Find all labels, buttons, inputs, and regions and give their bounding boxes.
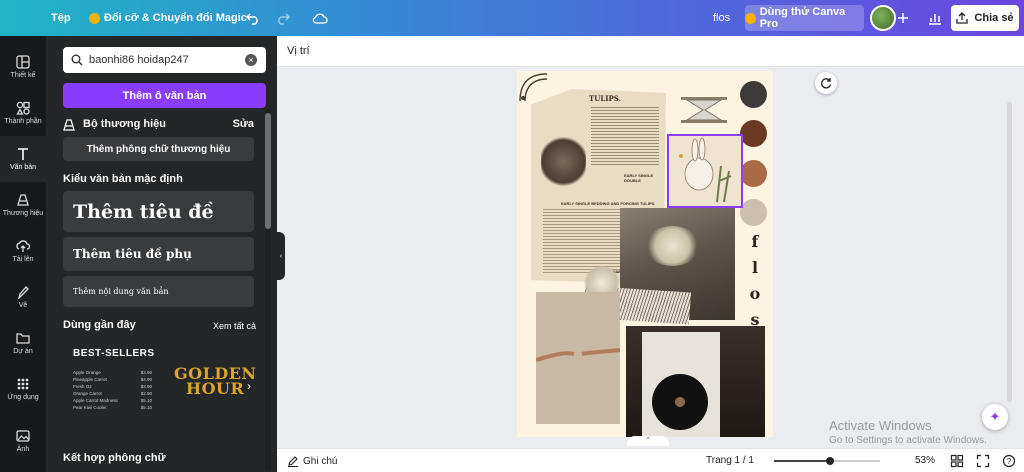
design-canvas[interactable]: TULIPS. EARLY SINGLE DOUBLE EARLY SINGLE… <box>517 71 773 437</box>
svg-text:?: ? <box>1007 457 1012 466</box>
collapse-panel-button[interactable]: ‹ <box>277 232 285 280</box>
magic-assistant-icon[interactable]: ✦ <box>982 404 1008 430</box>
rabbit-illustration[interactable] <box>667 134 743 208</box>
color-swatch-1[interactable] <box>740 81 767 108</box>
add-subheading-button[interactable]: Thêm tiêu đề phụ <box>63 237 254 271</box>
search-icon <box>71 54 83 66</box>
hourglass-image[interactable] <box>679 93 729 127</box>
share-button[interactable]: Chia sẻ <box>951 5 1019 31</box>
refresh-icon <box>821 78 832 89</box>
upload-icon <box>16 240 30 252</box>
brand-kit-icon <box>63 118 75 131</box>
share-icon <box>956 12 969 24</box>
add-body-text-button[interactable]: Thêm nội dung văn bản <box>63 276 254 307</box>
grid-view-icon[interactable] <box>950 454 964 468</box>
folder-icon <box>16 333 30 344</box>
recently-used-heading: Dùng gần đây <box>63 319 136 331</box>
insights-icon[interactable] <box>926 9 944 27</box>
document-title[interactable]: flos <box>713 0 730 36</box>
crown-icon <box>89 12 100 24</box>
try-pro-button[interactable]: Dùng thử Canva Pro <box>745 5 864 31</box>
bestsellers-font-template[interactable]: BEST-SELLERS Apple Orange $3.90 Pineapple… <box>63 342 158 428</box>
text-icon <box>18 148 28 160</box>
workspace-scrollbar[interactable] <box>1007 102 1012 402</box>
tulip-illustration <box>541 134 586 189</box>
page-indicator[interactable]: Trang 1 / 1 <box>706 455 754 466</box>
zoom-level[interactable]: 53% <box>915 455 935 466</box>
list-item: Apple Carrot Madness $5.10 <box>73 398 152 403</box>
default-styles-heading: Kiểu văn bản mặc định <box>63 173 183 185</box>
undo-icon[interactable] <box>244 9 262 27</box>
list-item: Apple Orange $3.90 <box>73 370 152 375</box>
rail-item-projects[interactable]: Dự án <box>0 320 46 366</box>
list-item: Pear Kiwi Cooler $5.10 <box>73 405 152 410</box>
redo-icon[interactable] <box>274 9 292 27</box>
left-rail: Thiết kế Thành phần Văn bản Thương hiệu … <box>0 36 46 472</box>
font-combos-heading: Kết hợp phông chữ <box>63 452 166 464</box>
rail-item-photos[interactable]: Ảnh <box>0 418 46 464</box>
context-toolbar: Vị trí <box>277 36 1024 67</box>
add-collaborator-icon[interactable] <box>894 9 912 27</box>
chevron-right-icon[interactable]: › <box>247 379 251 393</box>
add-brand-fonts-button[interactable]: Thêm phông chữ thương hiệu <box>63 137 254 161</box>
brand-kit-row: Bộ thương hiệu Sửa <box>63 116 254 132</box>
layout-icon <box>16 55 30 69</box>
zoom-slider-knob[interactable] <box>826 457 835 465</box>
zoom-slider[interactable] <box>774 457 880 465</box>
color-swatch-2[interactable] <box>740 120 767 147</box>
ornament-corner[interactable] <box>517 71 551 105</box>
add-heading-button[interactable]: Thêm tiêu đề <box>63 191 254 232</box>
record-player-photo[interactable] <box>626 326 765 437</box>
color-swatch-3[interactable] <box>740 160 767 187</box>
search-box[interactable]: × <box>63 47 266 73</box>
draw-icon <box>18 286 29 299</box>
apps-icon <box>17 378 29 390</box>
windows-activation-watermark: Activate Windows Go to Settings to activ… <box>829 418 987 446</box>
magic-resize-button[interactable]: Đổi cỡ & Chuyển đổi Magic <box>89 0 247 36</box>
brand-icon <box>17 194 29 206</box>
text-panel: × Thêm ô văn bản Bộ thương hiệu Sửa Thêm… <box>46 36 277 472</box>
cloud-save-icon[interactable] <box>311 9 329 27</box>
help-icon[interactable]: ? <box>1002 454 1016 468</box>
rail-item-draw[interactable]: Vẽ <box>0 274 46 320</box>
shapes-icon <box>16 101 30 115</box>
crown-icon <box>745 12 756 24</box>
pencil-icon <box>288 456 298 467</box>
golden-hour-font-template[interactable]: GOLDEN HOUR <box>174 366 257 397</box>
rail-item-text[interactable]: Văn bản <box>0 136 46 182</box>
notes-button[interactable]: Ghi chú <box>287 455 337 467</box>
chevron-up-icon[interactable]: ⌃ <box>627 436 669 446</box>
top-bar: Tệp Đổi cỡ & Chuyển đổi Magic flos Dùng … <box>0 0 1024 36</box>
panel-scroll-thumb[interactable] <box>265 113 271 229</box>
list-item: Pineapple Carrot $4.90 <box>73 377 152 382</box>
list-item: Orange Carrot $2.90 <box>73 391 152 396</box>
edit-brand-link[interactable]: Sửa <box>233 118 254 130</box>
color-swatch-4[interactable] <box>740 199 767 226</box>
photo-icon <box>16 430 30 442</box>
search-input[interactable] <box>89 54 239 66</box>
see-all-link[interactable]: Xem tất cả <box>213 321 256 331</box>
panel-scrollbar[interactable] <box>265 109 271 472</box>
list-item: Fresh OJ $3.90 <box>73 384 152 389</box>
bottom-bar: Ghi chú Trang 1 / 1 53% ? <box>277 448 1024 472</box>
rail-item-brand[interactable]: Thương hiệu <box>0 182 46 228</box>
zoom-slider-fill <box>774 460 831 462</box>
position-button[interactable]: Vị trí <box>287 45 310 57</box>
clear-search-icon[interactable]: × <box>245 54 257 66</box>
fullscreen-icon[interactable] <box>976 454 990 468</box>
rail-item-apps[interactable]: Ứng dụng <box>0 366 46 412</box>
creation-hands-image[interactable] <box>535 292 621 424</box>
rail-item-uploads[interactable]: Tải lên <box>0 228 46 274</box>
rail-item-elements[interactable]: Thành phần <box>0 90 46 136</box>
vertical-title[interactable]: f l o s <box>748 229 762 333</box>
rail-item-design[interactable]: Thiết kế <box>0 44 46 90</box>
add-textbox-button[interactable]: Thêm ô văn bản <box>63 83 266 108</box>
workspace: Vị trí TULIPS. EARLY SINGLE DOUBLE EARLY… <box>277 36 1024 472</box>
avatar[interactable] <box>870 5 896 31</box>
magic-refresh-button[interactable] <box>815 72 837 94</box>
file-menu[interactable]: Tệp <box>51 0 71 36</box>
